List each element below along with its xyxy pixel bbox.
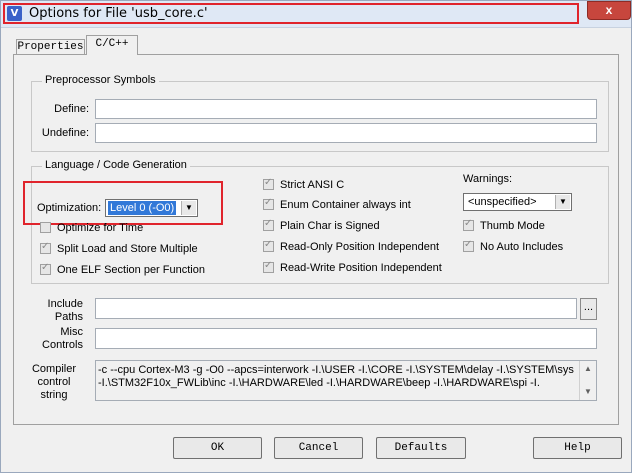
include-paths-input[interactable]	[95, 298, 577, 319]
enum-container-checkbox[interactable]: ✓ Enum Container always int	[263, 197, 411, 211]
language-legend: Language / Code Generation	[42, 159, 190, 171]
warnings-dropdown[interactable]: <unspecified> ▼	[463, 193, 572, 211]
close-button[interactable]: x	[587, 1, 631, 20]
chevron-down-icon[interactable]: ▼	[181, 201, 196, 215]
tab-properties[interactable]: Properties	[16, 39, 85, 54]
split-load-store-checkbox[interactable]: ✓ Split Load and Store Multiple	[40, 241, 198, 255]
defaults-button[interactable]: Defaults	[376, 437, 466, 459]
one-elf-section-checkbox[interactable]: ✓ One ELF Section per Function	[40, 262, 205, 276]
window-title: Options for File 'usb_core.c'	[29, 6, 208, 21]
tab-c-cpp[interactable]: C/C++	[86, 35, 138, 55]
ok-button[interactable]: OK	[173, 437, 262, 459]
rw-position-independent-checkbox[interactable]: ✓ Read-Write Position Independent	[263, 260, 442, 274]
check-icon: ✓	[41, 241, 50, 252]
check-icon: ✓	[464, 218, 473, 229]
help-button[interactable]: Help	[533, 437, 622, 459]
plain-char-label: Plain Char is Signed	[280, 220, 380, 232]
cancel-button[interactable]: Cancel	[274, 437, 363, 459]
strict-ansi-label: Strict ANSI C	[280, 179, 345, 191]
plain-char-checkbox[interactable]: ✓ Plain Char is Signed	[263, 218, 380, 232]
include-paths-label: Include Paths	[47, 298, 83, 323]
check-icon: ✓	[264, 239, 273, 250]
thumb-mode-checkbox[interactable]: ✓ Thumb Mode	[463, 218, 545, 232]
optimization-dropdown[interactable]: Level 0 (-O0) ▼	[105, 199, 198, 217]
app-icon: V	[7, 6, 22, 21]
check-icon: ✓	[264, 177, 273, 188]
compiler-control-string: -c --cpu Cortex-M3 -g -O0 --apcs=interwo…	[95, 360, 597, 401]
optimization-label: Optimization:	[37, 202, 102, 214]
title-bar[interactable]: V Options for File 'usb_core.c'	[1, 1, 631, 28]
browse-include-paths-button[interactable]: ...	[580, 298, 597, 320]
ro-position-independent-checkbox[interactable]: ✓ Read-Only Position Independent	[263, 239, 439, 253]
undefine-label: Undefine:	[41, 127, 89, 139]
check-icon: ✓	[264, 260, 273, 271]
check-icon: ✓	[264, 218, 273, 229]
optimize-for-time-label: Optimize for Time	[57, 222, 144, 234]
define-input[interactable]	[95, 99, 597, 119]
ro-position-independent-label: Read-Only Position Independent	[280, 241, 439, 253]
scroll-down-icon[interactable]: ▼	[580, 384, 596, 400]
thumb-mode-label: Thumb Mode	[480, 220, 545, 232]
options-dialog: V Options for File 'usb_core.c' x Proper…	[0, 0, 632, 473]
check-icon: ✓	[264, 197, 273, 208]
warnings-label: Warnings:	[463, 173, 513, 185]
optimize-for-time-checkbox[interactable]: Optimize for Time	[40, 222, 143, 234]
chevron-down-icon[interactable]: ▼	[555, 195, 570, 209]
define-label: Define:	[54, 103, 89, 115]
one-elf-section-label: One ELF Section per Function	[57, 264, 205, 276]
strict-ansi-checkbox[interactable]: ✓ Strict ANSI C	[263, 177, 345, 191]
rw-position-independent-label: Read-Write Position Independent	[280, 262, 442, 274]
split-load-store-label: Split Load and Store Multiple	[57, 243, 198, 255]
check-icon: ✓	[41, 262, 50, 273]
check-icon: ✓	[464, 239, 473, 250]
compiler-control-label: Compiler control string	[31, 363, 76, 401]
optimization-value: Level 0 (-O0)	[108, 201, 177, 215]
misc-controls-input[interactable]	[95, 328, 597, 349]
compiler-control-text: -c --cpu Cortex-M3 -g -O0 --apcs=interwo…	[98, 364, 574, 389]
enum-container-label: Enum Container always int	[280, 199, 411, 211]
warnings-value: <unspecified>	[468, 196, 537, 208]
misc-controls-label: Misc Controls	[42, 326, 83, 351]
no-auto-includes-label: No Auto Includes	[480, 241, 564, 253]
scroll-up-icon[interactable]: ▲	[580, 361, 596, 377]
undefine-input[interactable]	[95, 123, 597, 143]
no-auto-includes-checkbox[interactable]: ✓ No Auto Includes	[463, 239, 564, 253]
compiler-scrollbar[interactable]: ▲ ▼	[579, 361, 596, 400]
preprocessor-legend: Preprocessor Symbols	[42, 74, 159, 86]
